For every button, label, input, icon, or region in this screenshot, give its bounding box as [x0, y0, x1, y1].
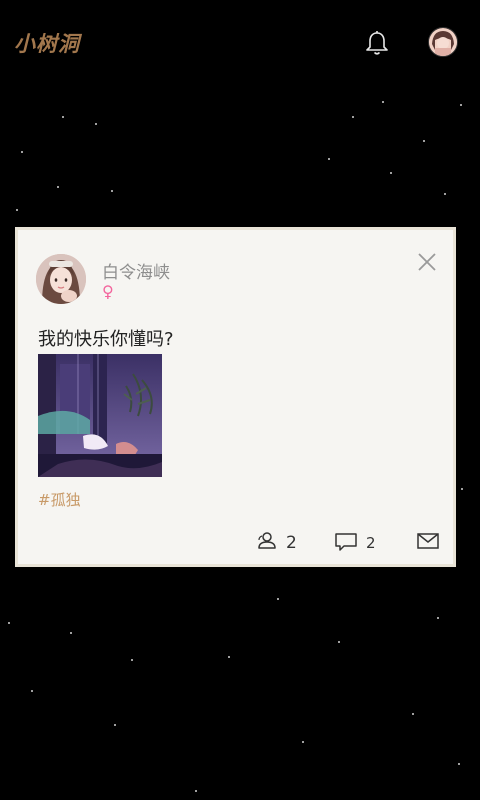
- comment-icon: [334, 530, 358, 556]
- app-title: 小树洞: [14, 32, 80, 56]
- like-count: 2: [286, 533, 297, 553]
- star: [302, 741, 304, 743]
- author-name[interactable]: 白令海峡: [102, 258, 170, 283]
- star: [390, 172, 392, 174]
- post-text: 我的快乐你懂吗?: [38, 329, 174, 350]
- post-actions: 2 2: [18, 529, 453, 557]
- message-button[interactable]: [416, 529, 440, 557]
- avatar[interactable]: [428, 27, 458, 57]
- star: [131, 659, 133, 661]
- star: [228, 656, 230, 658]
- star: [62, 116, 64, 118]
- screen: 小树洞 白令海峡 ♀ 我的快乐你懂吗? #孤独 2 2: [0, 0, 480, 800]
- bell-icon[interactable]: [360, 26, 394, 60]
- star: [412, 713, 414, 715]
- comment-count: 2: [366, 534, 376, 552]
- star: [460, 104, 462, 106]
- star: [70, 632, 72, 634]
- top-bar: 小树洞: [0, 0, 480, 84]
- star: [8, 622, 10, 624]
- star: [338, 641, 340, 643]
- female-icon: ♀: [102, 282, 114, 301]
- star: [444, 193, 446, 195]
- star: [111, 190, 113, 192]
- star: [57, 186, 59, 188]
- star: [95, 123, 97, 125]
- star: [31, 690, 33, 692]
- star: [461, 488, 463, 490]
- star: [382, 101, 384, 103]
- star: [328, 158, 330, 160]
- hashtag-link[interactable]: #孤独: [38, 489, 81, 510]
- mail-icon: [416, 530, 440, 556]
- star: [437, 617, 439, 619]
- star: [114, 724, 116, 726]
- close-icon[interactable]: [415, 250, 439, 274]
- post-image[interactable]: [38, 354, 162, 477]
- star: [16, 209, 18, 211]
- star: [21, 151, 23, 153]
- star: [458, 763, 460, 765]
- people-icon: [256, 530, 278, 556]
- star: [352, 116, 354, 118]
- comment-button[interactable]: 2: [334, 529, 376, 557]
- post-card[interactable]: 白令海峡 ♀ 我的快乐你懂吗? #孤独 2 2: [15, 227, 456, 567]
- like-button[interactable]: 2: [256, 529, 297, 557]
- star: [195, 790, 197, 792]
- star: [277, 598, 279, 600]
- star: [423, 140, 425, 142]
- author-avatar[interactable]: [36, 254, 86, 304]
